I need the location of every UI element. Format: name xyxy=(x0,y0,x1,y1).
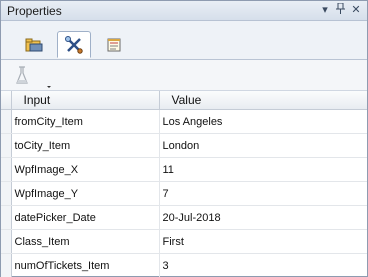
tab-tools[interactable] xyxy=(57,31,91,58)
properties-panel: Properties ▾ ✕ Input Value fromCity_Item… xyxy=(0,0,368,277)
close-icon[interactable]: ✕ xyxy=(349,3,363,16)
pin-glyph-icon xyxy=(335,2,345,14)
row-header[interactable] xyxy=(1,205,12,230)
value-cell[interactable]: 20-Jul-2018 xyxy=(159,205,367,230)
table-row[interactable]: numOfTickets_Item 3 xyxy=(1,253,367,277)
input-cell: fromCity_Item xyxy=(11,109,160,134)
input-cell: WpfImage_Y xyxy=(11,181,160,206)
properties-grid: Input Value fromCity_Item Los Angeles to… xyxy=(1,91,367,277)
row-header[interactable] xyxy=(1,253,12,277)
pin-icon[interactable] xyxy=(333,2,347,17)
notepad-icon xyxy=(107,38,121,51)
table-row[interactable]: toCity_Item London xyxy=(1,133,367,158)
panel-title: Properties xyxy=(7,4,62,18)
data-button[interactable] xyxy=(13,65,53,88)
value-cell[interactable]: Los Angeles xyxy=(159,109,367,134)
dropdown-icon[interactable]: ▾ xyxy=(318,3,332,16)
input-cell: toCity_Item xyxy=(11,133,160,158)
tab-notepad[interactable] xyxy=(97,31,131,58)
input-cell: WpfImage_X xyxy=(11,157,160,182)
row-header[interactable] xyxy=(1,157,12,182)
input-cell: numOfTickets_Item xyxy=(11,253,160,277)
input-cell: Class_Item xyxy=(11,229,160,254)
column-header-input[interactable]: Input xyxy=(11,91,160,110)
column-header-value[interactable]: Value xyxy=(159,91,367,110)
row-header-corner xyxy=(1,91,12,110)
properties-table: Input Value fromCity_Item Los Angeles to… xyxy=(1,91,367,277)
value-cell[interactable]: London xyxy=(159,133,367,158)
value-cell[interactable]: First xyxy=(159,229,367,254)
tools-icon xyxy=(65,35,83,54)
table-row[interactable]: datePicker_Date 20-Jul-2018 xyxy=(1,205,367,230)
tab-bar xyxy=(1,21,367,60)
value-cell[interactable]: 7 xyxy=(159,181,367,206)
value-cell[interactable]: 11 xyxy=(159,157,367,182)
panel-titlebar: Properties ▾ ✕ xyxy=(1,1,367,21)
table-header-row: Input Value xyxy=(1,91,367,110)
table-row[interactable]: WpfImage_Y 7 xyxy=(1,181,367,206)
row-header[interactable] xyxy=(1,133,12,158)
flask-icon xyxy=(16,66,51,88)
table-row[interactable]: WpfImage_X 11 xyxy=(1,157,367,182)
row-header[interactable] xyxy=(1,229,12,254)
folder-icon xyxy=(25,38,43,51)
row-header[interactable] xyxy=(1,109,12,134)
tab-folder[interactable] xyxy=(17,31,51,58)
row-header[interactable] xyxy=(1,181,12,206)
value-cell[interactable]: 3 xyxy=(159,253,367,277)
table-row[interactable]: Class_Item First xyxy=(1,229,367,254)
input-cell: datePicker_Date xyxy=(11,205,160,230)
properties-toolbar xyxy=(1,60,367,91)
table-row[interactable]: fromCity_Item Los Angeles xyxy=(1,109,367,134)
